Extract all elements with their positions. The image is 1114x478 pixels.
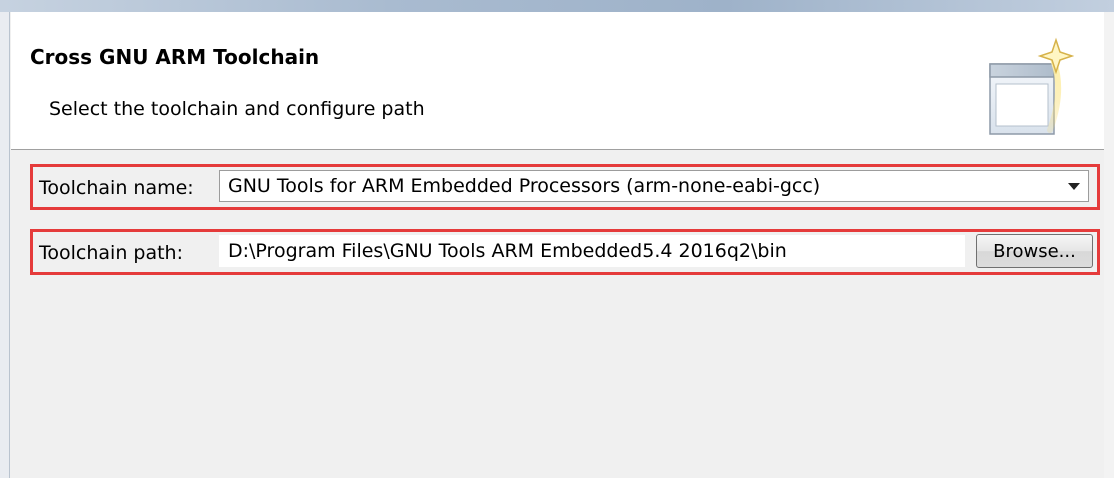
browse-button[interactable]: Browse... [976,234,1093,268]
toolchain-path-label: Toolchain path: [39,242,183,264]
window-top-bevel [0,0,1114,12]
toolchain-path-row: Toolchain path: Browse... [30,229,1100,275]
toolchain-name-row: Toolchain name: GNU Tools for ARM Embedd… [30,164,1100,210]
page-title: Cross GNU ARM Toolchain [30,45,320,69]
wizard-content: Toolchain name: GNU Tools for ARM Embedd… [11,150,1104,478]
toolchain-name-label: Toolchain name: [39,177,194,199]
page-description: Select the toolchain and configure path [49,98,425,120]
chevron-down-icon[interactable] [1068,183,1080,190]
wizard-banner-icon [989,37,1074,135]
window-right-edge [1104,12,1114,478]
toolchain-path-input[interactable] [219,235,965,267]
toolchain-name-value: GNU Tools for ARM Embedded Processors (a… [228,175,821,197]
window-left-edge [0,12,10,478]
wizard-header: Cross GNU ARM Toolchain Select the toolc… [11,12,1104,150]
toolchain-name-select[interactable]: GNU Tools for ARM Embedded Processors (a… [219,170,1089,202]
